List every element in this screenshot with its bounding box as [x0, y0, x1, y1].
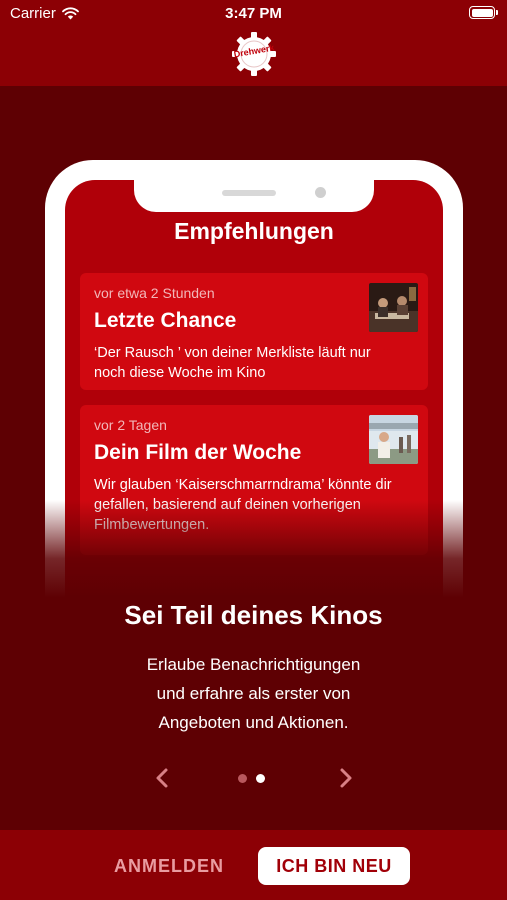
camera-dot	[315, 187, 326, 198]
footer-bar: ANMELDEN ICH BIN NEU	[0, 830, 507, 900]
description-line: und erfahre als erster von	[156, 684, 351, 703]
description-line: Angeboten und Aktionen.	[158, 713, 349, 732]
notification-card: vor etwa 2 Stunden Letzte Chance ‘Der Ra…	[80, 273, 428, 390]
movie-thumbnail	[369, 415, 418, 464]
phone-notch	[134, 180, 374, 212]
onboarding-headline: Sei Teil deines Kinos	[124, 600, 383, 630]
previous-page-button[interactable]	[147, 763, 177, 793]
speaker-grille	[222, 190, 276, 196]
clock: 3:47 PM	[225, 5, 282, 22]
onboarding-description: Erlaube Benachrichtigungen und erfahre a…	[0, 650, 507, 737]
battery-icon	[469, 6, 498, 19]
movie-thumbnail	[369, 283, 418, 332]
page-dot[interactable]	[238, 774, 247, 783]
next-page-button[interactable]	[331, 763, 361, 793]
card-title: Dein Film der Woche	[94, 441, 302, 464]
card-timestamp: vor etwa 2 Stunden	[94, 285, 215, 301]
page-dot-active[interactable]	[256, 774, 265, 783]
card-timestamp: vor 2 Tagen	[94, 417, 167, 433]
preview-title: Empfehlungen	[174, 218, 334, 244]
page-indicator	[238, 774, 265, 783]
brand-logo: Drehwerk	[231, 31, 277, 77]
login-button[interactable]: ANMELDEN	[110, 848, 228, 884]
description-line: Erlaube Benachrichtigungen	[146, 655, 361, 674]
status-bar: Carrier 3:47 PM	[0, 0, 507, 28]
card-title: Letzte Chance	[94, 309, 237, 332]
chevron-right-icon	[340, 768, 352, 788]
card-body: ‘Der Rausch ’ von deiner Merkliste läuft…	[94, 345, 371, 381]
new-user-button[interactable]: ICH BIN NEU	[258, 847, 410, 885]
chevron-left-icon	[156, 768, 168, 788]
header-bar: Carrier 3:47 PM Drehwerk	[0, 0, 507, 86]
